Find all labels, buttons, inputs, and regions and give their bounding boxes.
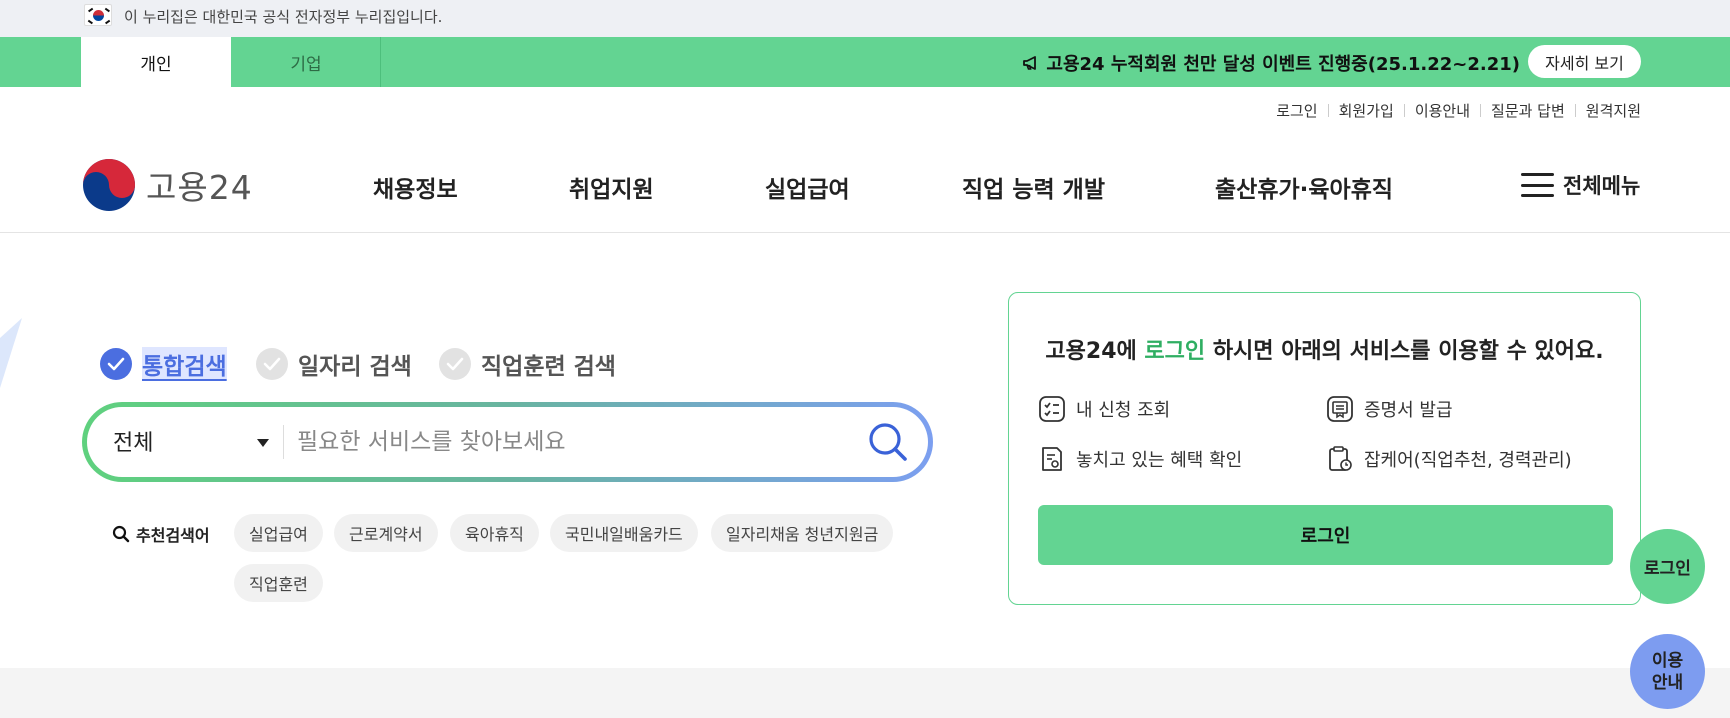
nav-employment-support[interactable]: 취업지원 — [569, 170, 654, 204]
utility-links: 로그인 회원가입 이용안내 질문과 답변 원격지원 — [1276, 100, 1641, 121]
search-tab-label: 통합검색 — [142, 347, 227, 381]
service-label: 내 신청 조회 — [1076, 400, 1171, 421]
search-tab-training[interactable]: 직업훈련 검색 — [439, 347, 616, 381]
login-button[interactable]: 로그인 — [1038, 505, 1613, 565]
keyword-chip[interactable]: 일자리채움 청년지원금 — [711, 514, 894, 552]
megaphone-icon — [1023, 56, 1037, 70]
login-panel-title: 고용24에 로그인 하시면 아래의 서비스를 이용할 수 있어요. — [1009, 333, 1640, 365]
service-jobcare[interactable]: 잡케어(직업추천, 경력관리) — [1326, 445, 1572, 473]
util-remote-link[interactable]: 원격지원 — [1586, 100, 1641, 121]
title-pre: 고용24에 — [1045, 339, 1145, 364]
search-tab-label: 직업훈련 검색 — [481, 354, 616, 380]
gov-notice-text: 이 누리집은 대한민국 공식 전자정부 누리집입니다. — [124, 8, 443, 26]
gov-notice-bar: 이 누리집은 대한민국 공식 전자정부 누리집입니다. — [0, 0, 1730, 37]
tab-personal[interactable]: 개인 — [81, 37, 231, 87]
service-label: 증명서 발급 — [1364, 400, 1453, 421]
util-separator — [1403, 104, 1405, 117]
util-separator — [1327, 104, 1329, 117]
main-header: 고용24 채용정보 취업지원 실업급여 직업 능력 개발 출산휴가·육아휴직 전… — [0, 130, 1730, 233]
keyword-chip[interactable]: 직업훈련 — [234, 564, 323, 602]
logo-text: 고용24 — [146, 168, 253, 207]
nav-vocational-training[interactable]: 직업 능력 개발 — [962, 170, 1105, 204]
search-category-select[interactable]: 전체 — [113, 425, 153, 457]
search-input[interactable] — [297, 419, 837, 465]
guide-line-2: 안내 — [1651, 672, 1684, 693]
util-qna-link[interactable]: 질문과 답변 — [1491, 100, 1565, 121]
event-detail-button[interactable]: 자세히 보기 — [1528, 45, 1641, 78]
nav-unemployment-benefit[interactable]: 실업급여 — [765, 170, 850, 204]
title-highlight: 로그인 — [1144, 339, 1206, 364]
event-text: 고용24 누적회원 천만 달성 이벤트 진행중(25.1.22~2.21) — [1046, 54, 1520, 75]
certificate-icon — [1327, 396, 1353, 422]
util-guide-link[interactable]: 이용안내 — [1415, 100, 1470, 121]
hamburger-icon — [1521, 173, 1554, 197]
event-bar: 개인 기업 고용24 누적회원 천만 달성 이벤트 진행중(25.1.22~2.… — [0, 37, 1730, 87]
search-tab-label: 일자리 검색 — [298, 354, 412, 380]
floating-login-button[interactable]: 로그인 — [1630, 529, 1705, 604]
search-icon — [112, 525, 130, 543]
title-post: 하시면 아래의 서비스를 이용할 수 있어요. — [1205, 339, 1604, 364]
service-label: 잡케어(직업추천, 경력관리) — [1364, 450, 1572, 471]
decorative-shape — [0, 318, 22, 388]
search-box: 전체 — [82, 402, 933, 482]
check-circle-icon — [256, 348, 288, 380]
util-separator — [1480, 104, 1482, 117]
nav-jobs[interactable]: 채용정보 — [373, 170, 458, 204]
service-certificate[interactable]: 증명서 발급 — [1326, 395, 1453, 423]
clipboard-clock-icon — [1329, 446, 1352, 471]
keyword-chip[interactable]: 근로계약서 — [334, 514, 438, 552]
recommended-keywords-label: 추천검색어 — [112, 522, 210, 546]
tab-divider — [380, 37, 381, 87]
nav-parental-leave[interactable]: 출산휴가·육아휴직 — [1215, 170, 1393, 204]
service-missed-benefits[interactable]: 놓치고 있는 혜택 확인 — [1038, 445, 1242, 473]
check-circle-icon — [100, 348, 132, 380]
login-panel: 고용24에 로그인 하시면 아래의 서비스를 이용할 수 있어요. 내 신청 조… — [1008, 292, 1641, 605]
site-logo[interactable]: 고용24 — [82, 158, 253, 212]
util-login-link[interactable]: 로그인 — [1276, 100, 1317, 121]
floating-guide-button[interactable]: 이용 안내 — [1630, 634, 1705, 709]
rec-label-text: 추천검색어 — [136, 526, 210, 545]
dropdown-arrow-icon[interactable] — [257, 439, 269, 447]
event-banner[interactable]: 고용24 누적회원 천만 달성 이벤트 진행중(25.1.22~2.21) — [1022, 50, 1520, 76]
search-icon[interactable] — [867, 421, 909, 463]
guide-line-1: 이용 — [1651, 650, 1684, 671]
check-circle-icon — [439, 348, 471, 380]
service-my-applications[interactable]: 내 신청 조회 — [1038, 395, 1170, 423]
util-signup-link[interactable]: 회원가입 — [1339, 100, 1394, 121]
service-label: 놓치고 있는 혜택 확인 — [1076, 450, 1243, 471]
section-background — [0, 668, 1730, 718]
keyword-chip[interactable]: 국민내일배움카드 — [550, 514, 698, 552]
select-divider — [283, 425, 284, 459]
korea-flag-icon — [84, 4, 112, 26]
all-menu-label: 전체메뉴 — [1563, 174, 1641, 198]
taegeuk-logo-icon — [83, 159, 135, 211]
search-tab-integrated[interactable]: 통합검색 — [100, 347, 227, 381]
keyword-chip[interactable]: 육아휴직 — [450, 514, 539, 552]
document-search-icon — [1042, 447, 1062, 471]
all-menu-button[interactable]: 전체메뉴 — [1521, 170, 1640, 200]
tab-business[interactable]: 기업 — [231, 37, 381, 87]
util-separator — [1574, 104, 1576, 117]
keyword-chip[interactable]: 실업급여 — [234, 514, 323, 552]
search-tab-jobs[interactable]: 일자리 검색 — [256, 347, 412, 381]
checklist-icon — [1039, 396, 1065, 422]
